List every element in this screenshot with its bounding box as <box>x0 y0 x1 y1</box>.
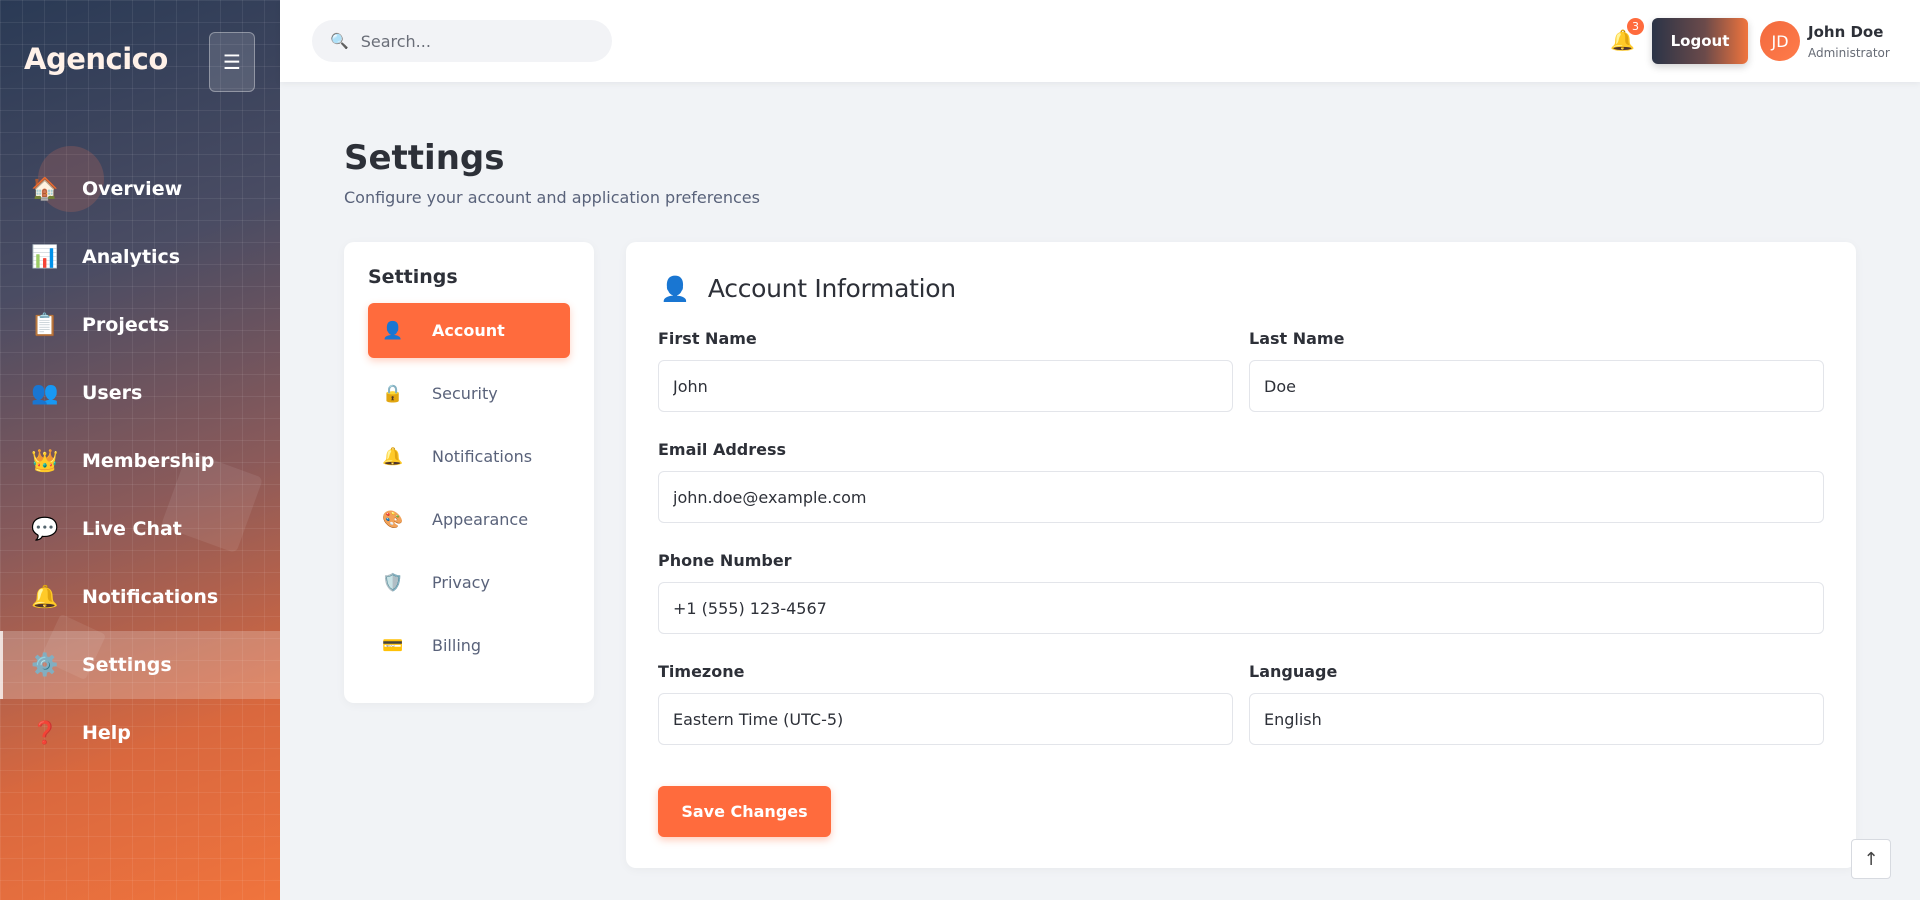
settings-tab-label: Billing <box>432 636 482 655</box>
sidebar-item-settings[interactable]: ⚙️ Settings <box>0 631 280 699</box>
language-field[interactable] <box>1249 693 1824 745</box>
avatar[interactable]: JD <box>1760 21 1800 61</box>
sidebar-item-label: Notifications <box>82 586 219 608</box>
settings-tab-appearance[interactable]: 🎨 Appearance <box>368 492 570 547</box>
sidebar-item-live-chat[interactable]: 💬 Live Chat <box>0 495 280 563</box>
bell-icon: 🔔 <box>382 446 404 467</box>
sidebar-item-analytics[interactable]: 📊 Analytics <box>0 223 280 291</box>
palette-icon: 🎨 <box>382 509 404 530</box>
settings-nav-panel: Settings 👤 Account 🔒 Security 🔔 Notifica… <box>344 242 594 703</box>
last-name-label: Last Name <box>1249 329 1345 348</box>
search-icon: 🔍 <box>330 32 349 50</box>
search-input[interactable] <box>360 31 601 51</box>
settings-tab-label: Privacy <box>432 573 490 592</box>
account-information-card: 👤 Account Information First Name Last Na… <box>626 242 1856 868</box>
first-name-label: First Name <box>658 329 757 348</box>
search-box[interactable]: 🔍 <box>312 20 612 62</box>
email-field[interactable] <box>658 471 1824 523</box>
user-name: John Doe <box>1808 23 1884 41</box>
settings-tab-security[interactable]: 🔒 Security <box>368 366 570 421</box>
lock-icon: 🔒 <box>382 383 404 404</box>
sidebar: Agencico ☰ 🏠 Overview 📊 Analytics 📋 Proj… <box>0 0 280 900</box>
settings-tab-privacy[interactable]: 🛡️ Privacy <box>368 555 570 610</box>
crown-icon: 👑 <box>31 448 59 474</box>
scroll-to-top-button[interactable]: ↑ <box>1851 839 1891 879</box>
settings-tab-label: Appearance <box>432 510 529 529</box>
phone-label: Phone Number <box>658 551 792 570</box>
last-name-field[interactable] <box>1249 360 1824 412</box>
credit-card-icon: 💳 <box>382 635 404 656</box>
sidebar-item-label: Analytics <box>82 246 181 268</box>
sidebar-item-help[interactable]: ❓ Help <box>0 699 280 767</box>
sidebar-item-label: Projects <box>82 314 170 336</box>
first-name-field[interactable] <box>658 360 1233 412</box>
logout-button[interactable]: Logout <box>1652 18 1748 64</box>
settings-nav-heading: Settings <box>368 266 458 288</box>
settings-tab-notifications[interactable]: 🔔 Notifications <box>368 429 570 484</box>
sidebar-item-overview[interactable]: 🏠 Overview <box>0 155 280 223</box>
users-icon: 👥 <box>31 380 59 406</box>
user-icon: 👤 <box>660 274 690 303</box>
timezone-field[interactable] <box>658 693 1233 745</box>
question-icon: ❓ <box>31 720 59 746</box>
user-icon: 👤 <box>382 320 404 341</box>
menu-toggle-button[interactable]: ☰ <box>209 32 255 92</box>
sidebar-item-label: Settings <box>82 654 172 676</box>
language-label: Language <box>1249 662 1338 681</box>
page-subtitle: Configure your account and application p… <box>344 188 760 207</box>
sidebar-item-label: Overview <box>82 178 183 200</box>
sidebar-item-projects[interactable]: 📋 Projects <box>0 291 280 359</box>
page-title: Settings <box>344 138 505 178</box>
settings-tab-label: Account <box>432 321 505 340</box>
clipboard-icon: 📋 <box>31 312 59 338</box>
house-icon: 🏠 <box>31 176 59 202</box>
notification-count-badge: 3 <box>1627 18 1644 35</box>
sidebar-item-membership[interactable]: 👑 Membership <box>0 427 280 495</box>
card-header: 👤 Account Information <box>660 274 956 303</box>
brand-logo[interactable]: Agencico <box>24 42 168 76</box>
sidebar-nav: 🏠 Overview 📊 Analytics 📋 Projects 👥 User… <box>0 155 280 767</box>
sidebar-item-users[interactable]: 👥 Users <box>0 359 280 427</box>
sidebar-item-label: Help <box>82 722 131 744</box>
sidebar-item-label: Live Chat <box>82 518 182 540</box>
card-title: Account Information <box>707 274 956 303</box>
settings-tab-account[interactable]: 👤 Account <box>368 303 570 358</box>
hamburger-icon: ☰ <box>223 50 241 74</box>
gear-icon: ⚙️ <box>31 652 59 678</box>
phone-field[interactable] <box>658 582 1824 634</box>
chat-bubble-icon: 💬 <box>31 516 59 542</box>
email-label: Email Address <box>658 440 787 459</box>
sidebar-item-notifications[interactable]: 🔔 Notifications <box>0 563 280 631</box>
save-changes-button[interactable]: Save Changes <box>658 786 831 837</box>
user-role: Administrator <box>1808 46 1890 60</box>
settings-tab-label: Notifications <box>432 447 533 466</box>
settings-tab-label: Security <box>432 384 498 403</box>
settings-tab-billing[interactable]: 💳 Billing <box>368 618 570 673</box>
settings-nav-list: 👤 Account 🔒 Security 🔔 Notifications 🎨 A… <box>368 303 570 681</box>
arrow-up-icon: ↑ <box>1863 848 1879 870</box>
timezone-label: Timezone <box>658 662 745 681</box>
sidebar-item-label: Membership <box>82 450 215 472</box>
sidebar-item-label: Users <box>82 382 143 404</box>
shield-icon: 🛡️ <box>382 572 404 593</box>
bell-icon: 🔔 <box>31 584 59 610</box>
topbar: 🔍 🔔 3 Logout JD John Doe Administrator <box>280 0 1920 82</box>
bar-chart-icon: 📊 <box>31 244 59 270</box>
